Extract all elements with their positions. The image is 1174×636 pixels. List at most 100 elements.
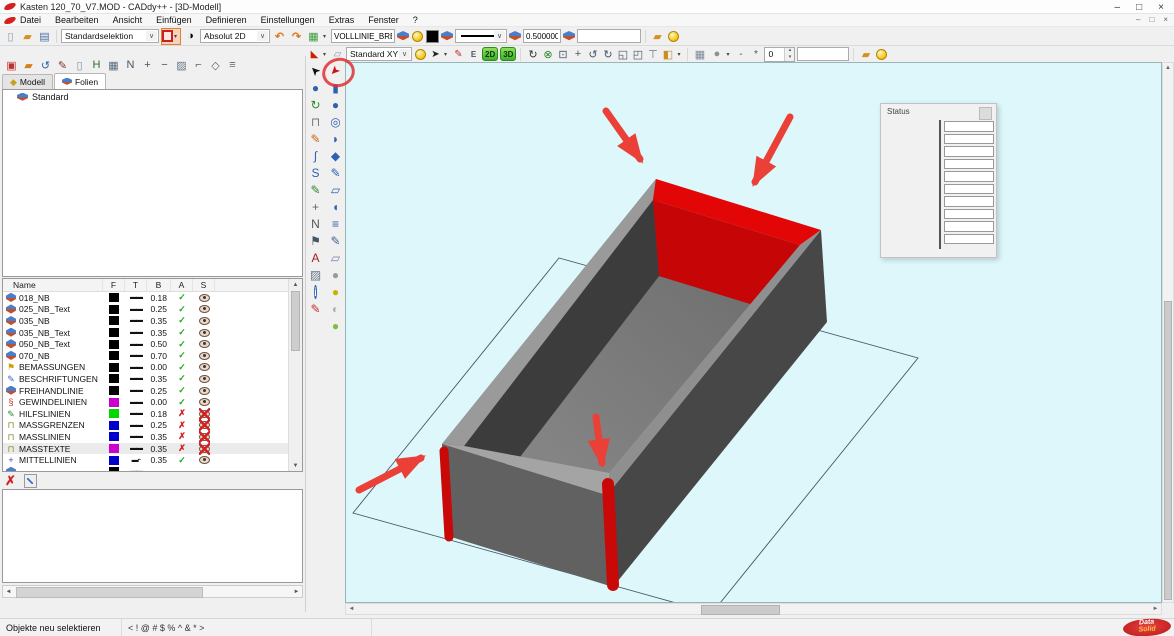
workplane-combo[interactable]: Standard XY ∨ <box>346 47 412 61</box>
menu-item[interactable]: Einstellungen <box>261 15 315 25</box>
table-row[interactable]: FREIHANDLINIE ▬▬ 0.25 ✓ <box>3 385 289 397</box>
layer-active-flag[interactable]: ✓ <box>171 339 193 350</box>
open-file-icon[interactable]: ▰ <box>20 29 35 44</box>
erase-icon[interactable]: ✎ <box>306 300 325 317</box>
scrollbar-thumb[interactable] <box>291 291 300 351</box>
delete-layer-icon[interactable]: ✗ <box>5 473 16 489</box>
info-icon[interactable]: i <box>306 283 325 300</box>
column-header-a[interactable]: A <box>171 279 193 291</box>
layer-color-swatch[interactable] <box>103 467 125 471</box>
3d-viewport[interactable] <box>345 62 1162 603</box>
panel-close-button[interactable] <box>979 107 992 120</box>
detail-list[interactable] <box>2 489 303 583</box>
pick-cursor-icon[interactable]: ➤ <box>429 47 442 62</box>
status-field[interactable] <box>944 184 994 195</box>
chevron-down-icon[interactable]: ▾ <box>677 51 683 58</box>
boolean-intersect-icon[interactable]: ◐ <box>326 300 345 317</box>
page-edit-icon[interactable]: ▯ <box>72 58 87 73</box>
pen-h-icon[interactable]: H <box>89 58 104 73</box>
chevron-down-icon[interactable]: ∨ <box>146 31 157 41</box>
sphere-style-icon[interactable]: ● <box>709 47 724 62</box>
cube-icon[interactable]: ◇ <box>208 58 223 73</box>
rotate-left-icon[interactable]: ↺ <box>585 47 600 62</box>
layer-active-flag[interactable]: ✓ <box>171 455 193 466</box>
column-header-f[interactable]: F <box>103 279 125 291</box>
layer-visibility-toggle[interactable] <box>193 329 215 337</box>
status-field[interactable] <box>944 221 994 232</box>
table-row[interactable]: ⊓ MASSLINIEN ▬▬ 0.35 ✗ <box>3 431 289 443</box>
layer-color-swatch[interactable] <box>103 351 125 360</box>
paste-icon[interactable] <box>24 474 37 488</box>
layer-linetype[interactable]: ▬▬ <box>125 364 147 371</box>
chevron-down-icon[interactable]: ∨ <box>257 31 268 41</box>
table-row[interactable]: ⊓ MASSGRENZEN ▬▬ 0.25 ✗ <box>3 420 289 432</box>
line-style-name-input[interactable] <box>331 29 395 43</box>
layer-active-flag[interactable]: ✗ <box>171 420 193 431</box>
layer-linetype[interactable]: ▬▬ <box>125 468 147 471</box>
layer-stack-icon[interactable] <box>509 31 521 41</box>
layer-linetype[interactable]: ▬▬ <box>125 352 147 359</box>
table-scrollbar[interactable]: ▲ ▼ <box>288 279 302 471</box>
contrast-icon[interactable]: ◑ <box>183 29 198 44</box>
chevron-down-icon[interactable]: ▾ <box>174 33 180 40</box>
layer-color-swatch[interactable] <box>103 293 125 302</box>
table-row[interactable]: 035_NB ▬▬ 0.35 ✓ <box>3 315 289 327</box>
table-row[interactable]: 025_NB_Text ▬▬ 0.25 ✓ <box>3 304 289 316</box>
tab-folien[interactable]: Folien <box>54 73 106 89</box>
boolean-subtract-icon[interactable]: ● <box>326 283 345 300</box>
column-header-s[interactable]: S <box>193 279 215 291</box>
scroll-right-icon[interactable]: ► <box>1150 604 1161 614</box>
column-header-t[interactable]: T <box>125 279 147 291</box>
layer-linetype[interactable]: ▬▬ <box>125 422 147 429</box>
layer-linetype[interactable]: ▬▬ <box>125 433 147 440</box>
plane-edit-icon[interactable]: E <box>467 47 480 62</box>
viewport-horizontal-scrollbar[interactable]: ◄ ► <box>345 603 1162 615</box>
pan-icon[interactable]: + <box>570 47 585 62</box>
spline-n-icon[interactable]: N <box>123 58 138 73</box>
table-row[interactable]: ✎ BESCHRIFTUNGEN ▬▬ 0.35 ✓ <box>3 373 289 385</box>
menu-item[interactable]: Einfügen <box>156 15 192 25</box>
torus-icon[interactable]: ◎ <box>326 113 345 130</box>
tsquare-icon[interactable]: ⊤ <box>645 47 660 62</box>
curve-icon[interactable]: S <box>306 164 325 181</box>
scrollbar-thumb[interactable] <box>16 587 203 598</box>
layer-color-swatch[interactable] <box>103 316 125 325</box>
layer-active-flag[interactable]: ✓ <box>171 315 193 326</box>
scroll-right-icon[interactable]: ► <box>291 586 302 597</box>
layer-stack-icon[interactable] <box>397 31 409 41</box>
shell-icon[interactable]: ≡ <box>326 215 345 232</box>
panel-horizontal-scrollbar[interactable]: ◄ ► <box>2 585 303 598</box>
layer-active-flag[interactable]: ✓ <box>171 373 193 384</box>
table-icon[interactable]: ▦ <box>106 58 121 73</box>
table-row[interactable]: 070_NB ▬▬ 0.70 ✓ <box>3 350 289 362</box>
table-row[interactable]: 035_NB_Text ▬▬ 0.35 ✓ <box>3 327 289 339</box>
status-floating-panel[interactable]: Status <box>880 103 997 258</box>
view-name-input[interactable] <box>797 47 849 61</box>
snap-cross-icon[interactable]: + <box>306 198 325 215</box>
select-red-cursor-icon[interactable]: ➤ <box>326 62 345 79</box>
layer-linetype[interactable]: ▬▬ <box>125 317 147 324</box>
status-field[interactable] <box>944 171 994 182</box>
zoom-fit-icon[interactable]: ◱ <box>615 47 630 62</box>
table-row[interactable]: 018_NB ▬▬ 0.18 ✓ <box>3 292 289 304</box>
chevron-down-icon[interactable]: ▾ <box>323 33 329 40</box>
layer-color-swatch[interactable] <box>103 444 125 453</box>
new-layer-icon[interactable]: ▰ <box>21 58 36 73</box>
viewport-icon[interactable]: ▣ <box>4 58 19 73</box>
line-style-combo[interactable]: ∨ <box>455 29 507 43</box>
grid-snap-icon[interactable]: ▦ <box>306 29 321 44</box>
menu-item[interactable]: Extras <box>329 15 355 25</box>
mdi-minimize-button[interactable]: – <box>1136 15 1140 24</box>
layer-visibility-toggle[interactable] <box>193 317 215 325</box>
layer-visibility-toggle[interactable] <box>193 410 215 418</box>
scrollbar-thumb[interactable] <box>701 605 780 615</box>
rotate-right-icon[interactable]: ↻ <box>600 47 615 62</box>
chevron-down-icon[interactable]: ▾ <box>726 51 732 58</box>
status-field[interactable] <box>944 209 994 220</box>
layer-color-swatch[interactable] <box>103 398 125 407</box>
coordinate-mode-combo[interactable]: Absolut 2D ∨ <box>200 29 270 43</box>
fillet-icon[interactable]: ◖ <box>326 198 345 215</box>
list-icon[interactable]: ≡ <box>225 58 240 73</box>
undo-icon[interactable]: ↶ <box>272 29 287 44</box>
mdi-restore-button[interactable]: □ <box>1149 15 1154 24</box>
